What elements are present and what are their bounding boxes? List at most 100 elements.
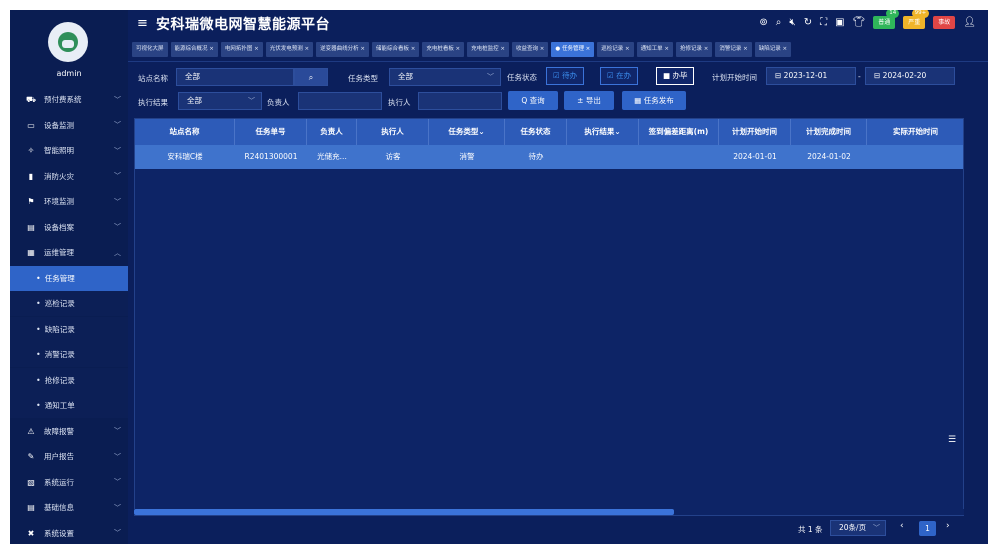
chevron-down-icon: ﹀ xyxy=(487,73,494,81)
alarm-accident-badge[interactable]: 事故 xyxy=(933,16,956,29)
sidebar-subitem-2[interactable]: • 缺陷记录 xyxy=(10,316,128,342)
column-header[interactable]: 计划开始时间 xyxy=(719,119,791,145)
tab-5[interactable]: 储能综合看板 × xyxy=(371,42,420,57)
publish-task-button[interactable]: ▦ 任务发布 xyxy=(622,91,686,110)
sidebar-subitem-0[interactable]: • 任务管理 xyxy=(10,265,128,291)
chevron-icon: ﹀ xyxy=(114,95,121,104)
sidebar-item-1[interactable]: ▭ 设备监测 ﹀ xyxy=(10,113,128,138)
tab-9[interactable]: ● 任务管理 × xyxy=(551,42,595,57)
table-cell xyxy=(639,145,719,169)
status-done-checkbox[interactable]: ■ 办毕 xyxy=(656,67,695,85)
sidebar-item-0[interactable]: ⚠ 故障报警 ﹀ xyxy=(10,419,128,444)
bulb-icon: ✧ xyxy=(27,146,35,155)
table-cell xyxy=(567,145,639,169)
tab-12[interactable]: 抢修记录 × xyxy=(676,42,713,57)
table-row[interactable]: 安科瑞C楼 R2401300001 光储充... 访客 消警 待办 2024-01-01 20… xyxy=(135,145,963,169)
tab-4[interactable]: 逆变器曲线分析 × xyxy=(316,42,369,57)
sidebar-subitem-3[interactable]: • 消警记录 xyxy=(10,342,128,367)
hamburger-menu-icon[interactable]: ≡ xyxy=(137,16,148,31)
avatar[interactable] xyxy=(48,22,88,62)
status-doing-checkbox[interactable]: ☑ 在办 xyxy=(600,67,639,85)
mute-icon[interactable]: 🔇︎ xyxy=(789,17,795,28)
chevron-icon: ﹀ xyxy=(114,452,121,461)
executor-input[interactable] xyxy=(418,92,502,110)
shirt-icon[interactable]: 👕︎ xyxy=(853,17,866,28)
divider xyxy=(128,61,988,62)
column-header[interactable]: 任务状态 xyxy=(505,119,567,145)
prev-page-button[interactable]: ‹ xyxy=(900,521,904,531)
sidebar-subitem-5[interactable]: • 通知工单 xyxy=(10,393,128,418)
tab-11[interactable]: 通知工单 × xyxy=(636,42,674,57)
sidebar-subitem-1[interactable]: • 巡检记录 xyxy=(10,291,128,316)
column-header[interactable]: 签到偏差距离(m) xyxy=(639,119,719,145)
station-input[interactable]: 全部 xyxy=(176,68,294,86)
column-header[interactable]: 执行人 xyxy=(357,119,429,145)
owner-input[interactable] xyxy=(298,92,382,110)
sidebar-item-2[interactable]: ✧ 智能照明 ﹀ xyxy=(10,138,128,163)
archive-icon: ▤ xyxy=(27,222,35,232)
maintenance-icon: ▦ xyxy=(27,248,35,257)
result-select[interactable]: 全部 ﹀ xyxy=(178,92,262,110)
column-header[interactable]: 任务单号 xyxy=(235,119,307,145)
bullet-dot: • xyxy=(36,350,41,359)
table-cell: 2024-01-01 xyxy=(733,152,777,161)
station-search-button[interactable]: ⌕ xyxy=(294,68,328,86)
column-header[interactable]: 执行结果⌄ xyxy=(567,119,639,145)
tab-0[interactable]: 可视化大屏 xyxy=(132,42,168,57)
status-todo-checkbox[interactable]: ☑ 待办 xyxy=(546,67,585,85)
sidebar-item-0[interactable]: ⛟ 预付费系统 ﹀ xyxy=(10,87,128,112)
export-button[interactable]: ± 导出 xyxy=(564,91,614,110)
sidebar-item-label: 智能照明 xyxy=(44,146,74,155)
column-header[interactable]: 计划完成时间 xyxy=(791,119,867,145)
page-size-select[interactable]: 20条/页 ﹀ xyxy=(830,520,886,536)
username: admin xyxy=(56,69,82,78)
column-header[interactable]: 任务类型⌄ xyxy=(429,119,505,145)
sidebar-item-6[interactable]: ▦ 运维管理 ︿ xyxy=(10,240,128,265)
sidebar-subitem-label: 缺陷记录 xyxy=(44,324,75,334)
column-settings-icon[interactable]: ☰ xyxy=(948,435,956,445)
alarm-severe-badge[interactable]: 严重 99+ xyxy=(903,10,930,29)
user-icon[interactable]: 👤︎ xyxy=(963,17,976,28)
chevron-icon: ﹀ xyxy=(114,172,121,180)
sidebar-item-1[interactable]: ✎ 用户报告 ﹀ xyxy=(10,444,128,469)
task-type-select[interactable]: 全部 ﹀ xyxy=(389,68,501,86)
sidebar-item-3[interactable]: ▮ 消防火灾 ﹀ xyxy=(10,164,128,189)
next-page-button[interactable]: › xyxy=(946,521,950,531)
bullet-dot: • xyxy=(36,299,41,308)
tab-7[interactable]: 充电桩监控 × xyxy=(467,42,510,57)
chevron-icon: ﹀ xyxy=(114,121,121,129)
search-icon[interactable]: ⌕ xyxy=(776,17,782,28)
refresh-icon[interactable]: ↻ xyxy=(804,17,812,28)
alarm-normal-badge[interactable]: 普通 14 xyxy=(873,10,900,29)
table-cell xyxy=(867,145,963,169)
sidebar-item-4[interactable]: ✖ 系统设置 ﹀ xyxy=(10,521,128,545)
sidebar-item-4[interactable]: ⚑ 环境监测 ﹀ xyxy=(10,189,128,214)
table-cell: 消警 xyxy=(459,152,475,161)
horizontal-scrollbar-thumb[interactable] xyxy=(134,509,674,515)
column-header[interactable]: 站点名称 xyxy=(135,119,235,145)
query-button[interactable]: Q 查询 xyxy=(508,91,558,110)
tab-6[interactable]: 充电桩看板 × xyxy=(422,42,465,57)
fullscreen-icon[interactable]: ⛶ xyxy=(820,17,827,28)
date-to-input[interactable]: ⊟ 2024-02-20 xyxy=(865,67,955,85)
sidebar-item-3[interactable]: ▤ 基础信息 ﹀ xyxy=(10,495,128,520)
sidebar-item-2[interactable]: ▧ 系统运行 ﹀ xyxy=(10,470,128,495)
tab-3[interactable]: 光伏发电预测 × xyxy=(265,42,314,57)
screenshot-icon[interactable]: ▣ xyxy=(835,17,844,28)
column-header[interactable]: 实际开始时间 xyxy=(867,119,963,145)
tab-13[interactable]: 消警记录 × xyxy=(715,42,752,57)
executor-label: 执行人 xyxy=(388,98,411,107)
sidebar-subitem-label: 巡检记录 xyxy=(44,299,75,308)
tab-1[interactable]: 能源综合概况 × xyxy=(170,42,218,57)
sidebar-subitem-4[interactable]: • 抢修记录 xyxy=(10,367,128,393)
chevron-icon: ﹀ xyxy=(114,503,121,512)
tab-10[interactable]: 巡检记录 × xyxy=(597,42,634,57)
tab-14[interactable]: 缺陷记录 × xyxy=(754,42,792,57)
current-page-button[interactable]: 1 xyxy=(919,521,936,536)
lifebuoy-icon[interactable]: ⊚ xyxy=(759,17,767,28)
column-header[interactable]: 负责人 xyxy=(307,119,357,145)
tab-8[interactable]: 收益查询 × xyxy=(512,42,549,57)
sidebar-item-5[interactable]: ▤ 设备档案 ﹀ xyxy=(10,215,128,240)
tab-2[interactable]: 电网拓扑图 × xyxy=(220,42,263,57)
date-from-input[interactable]: ⊟ 2023-12-01 xyxy=(766,67,856,85)
